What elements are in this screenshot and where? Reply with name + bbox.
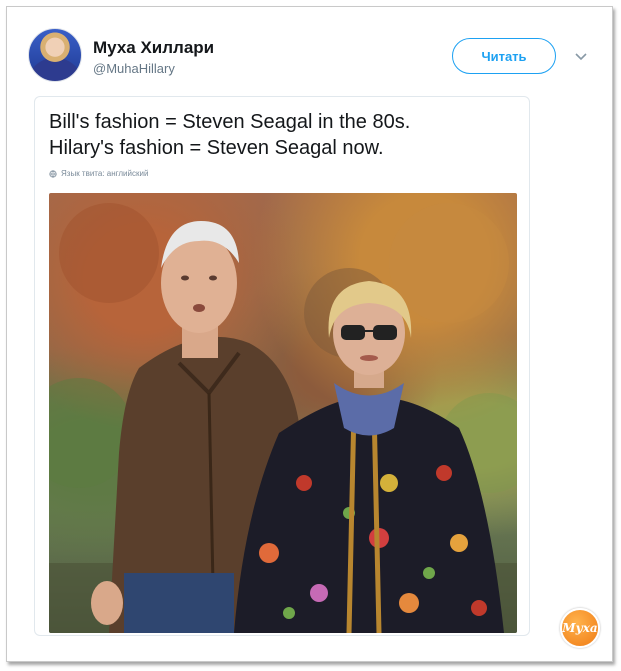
- language-note-text: Язык твита: английский: [61, 169, 149, 178]
- tweet-text-line-2: Hilary's fashion = Steven Seagal now.: [49, 137, 384, 159]
- photo-illustration: [49, 203, 517, 633]
- tweet-card: Bill's fashion = Steven Seagal in the 80…: [34, 96, 530, 636]
- chevron-down-icon[interactable]: [574, 52, 588, 62]
- muha-watermark-logo: Муха: [560, 608, 600, 648]
- globe-icon: [49, 169, 57, 178]
- avatar[interactable]: [28, 28, 82, 82]
- tweet-photo[interactable]: [49, 193, 517, 633]
- watermark-text: Муха: [562, 621, 598, 635]
- tweet-text-line-1: Bill's fashion = Steven Seagal in the 80…: [49, 111, 411, 133]
- tweet-text: Bill's fashion = Steven Seagal in the 80…: [49, 109, 519, 161]
- author-display-name[interactable]: Муха Хиллари: [93, 38, 214, 58]
- follow-button[interactable]: Читать: [452, 38, 556, 74]
- author-handle[interactable]: @MuhaHillary: [93, 61, 175, 76]
- language-note: Язык твита: английский: [49, 169, 148, 178]
